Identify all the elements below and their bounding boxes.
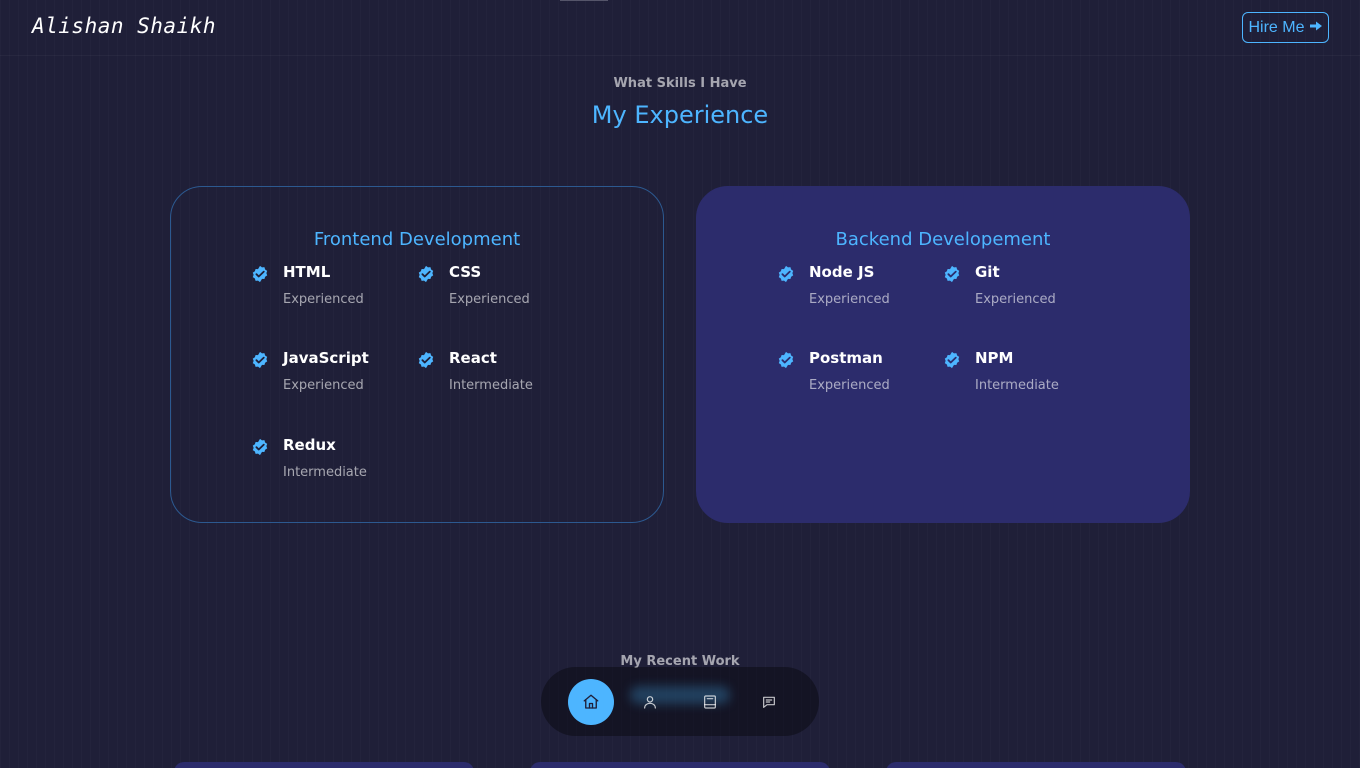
hire-me-button[interactable]: Hire Me: [1242, 12, 1329, 43]
skill-item: NPM Intermediate: [943, 349, 1103, 399]
verified-check-icon: [252, 351, 268, 369]
skill-level: Experienced: [283, 292, 364, 307]
floating-nav: [541, 667, 819, 736]
skill-item: HTML Experienced: [251, 263, 411, 313]
user-icon: [644, 696, 656, 709]
verified-check-icon: [778, 265, 794, 283]
book-icon: [704, 695, 716, 709]
verified-check-icon: [944, 351, 960, 369]
backend-card: Backend Developement Node JS Experienced…: [696, 186, 1190, 523]
skill-level: Experienced: [809, 292, 890, 307]
skill-level: Intermediate: [449, 378, 533, 393]
skill-level: Experienced: [283, 378, 364, 393]
hire-me-label: Hire Me: [1248, 18, 1305, 36]
skill-level: Experienced: [809, 378, 890, 393]
skill-name: HTML: [283, 263, 331, 281]
experience-subtitle: What Skills I Have: [613, 76, 747, 91]
portfolio-card[interactable]: [530, 762, 830, 768]
verified-check-icon: [252, 265, 268, 283]
backend-title: Backend Developement: [835, 229, 1051, 250]
skill-name: Postman: [809, 349, 883, 367]
skill-name: CSS: [449, 263, 482, 281]
skill-item: Postman Experienced: [777, 349, 937, 399]
site-logo[interactable]: Alishan Shaikh: [32, 14, 216, 38]
skill-item: React Intermediate: [417, 349, 577, 399]
skill-level: Intermediate: [975, 378, 1059, 393]
nav-experience[interactable]: [687, 679, 733, 725]
skill-level: Experienced: [975, 292, 1056, 307]
skill-name: JavaScript: [283, 349, 369, 367]
portfolio-card[interactable]: [174, 762, 474, 768]
experience-title: My Experience: [591, 101, 769, 129]
skill-item: Node JS Experienced: [777, 263, 937, 313]
verified-check-icon: [418, 265, 434, 283]
skill-name: Git: [975, 263, 1000, 281]
skill-level: Intermediate: [283, 465, 367, 480]
frontend-card: Frontend Development HTML Experienced CS…: [170, 186, 664, 523]
site-header: Alishan Shaikh Hire Me: [0, 0, 1360, 56]
skill-item: Git Experienced: [943, 263, 1103, 313]
skill-item: Redux Intermediate: [251, 436, 411, 486]
nav-about[interactable]: [627, 679, 673, 725]
verified-check-icon: [418, 351, 434, 369]
nav-home[interactable]: [568, 679, 614, 725]
verified-check-icon: [944, 265, 960, 283]
nav-contact[interactable]: [746, 679, 792, 725]
skill-level: Experienced: [449, 292, 530, 307]
skill-name: Redux: [283, 436, 336, 454]
verified-check-icon: [778, 351, 794, 369]
message-icon: [763, 696, 775, 708]
home-icon: [583, 694, 599, 709]
skill-name: React: [449, 349, 497, 367]
arrow-right-icon: [1309, 19, 1323, 37]
skill-item: JavaScript Experienced: [251, 349, 411, 399]
portfolio-card[interactable]: [886, 762, 1186, 768]
skill-name: Node JS: [809, 263, 875, 281]
skill-item: CSS Experienced: [417, 263, 577, 313]
verified-check-icon: [252, 438, 268, 456]
top-indicator: [560, 0, 608, 1]
skill-name: NPM: [975, 349, 1014, 367]
frontend-title: Frontend Development: [313, 229, 521, 250]
